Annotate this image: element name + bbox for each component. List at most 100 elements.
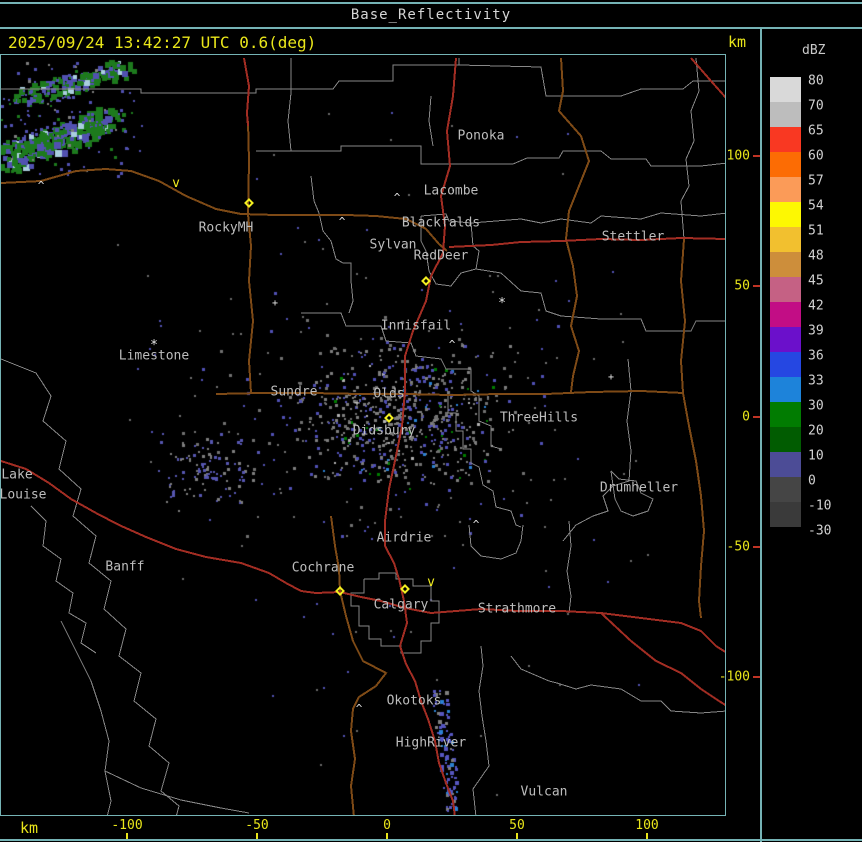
x-axis: km -100 -50 0 50 100 [0,817,760,839]
radar-display[interactable]: Ponoka Lacombe Blackfalds Sylvan RedDeer Stet… [0,54,726,816]
legend-swatch [770,377,801,402]
legend-value-label: -30 [808,523,832,539]
v-marker-icon: v [427,575,435,590]
city-label-stettler: Stettler [601,229,665,245]
legend-swatch [770,452,801,477]
city-label-vulcan: Vulcan [520,784,568,800]
y-axis-tick-label: 0 [742,409,750,425]
x-axis-unit-label: km [20,819,39,837]
y-axis-tick-label: -100 [718,669,750,685]
asterisk-marker-icon: * [150,338,158,353]
legend-value-label: 10 [808,448,824,464]
dbz-legend: dBZ 80 70 65 60 57 54 51 48 45 42 39 36 33 30 20 10 0 -10… [762,29,862,842]
city-label-lacombe: Lacombe [423,183,479,199]
legend-swatch [770,352,801,377]
city-label-ponoka: Ponoka [457,128,505,144]
city-label-strathmore: Strathmore [477,601,557,617]
legend-title: dBZ [802,43,826,58]
plus-marker-icon: + [271,298,279,309]
legend-swatch [770,502,801,527]
y-axis-tick-mark [753,676,760,678]
legend-value-label: 36 [808,348,824,364]
window-bottom-border [0,839,862,841]
legend-swatch [770,252,801,277]
legend-swatch [770,427,801,452]
legend-value-label: 45 [808,273,824,289]
city-label-cochrane: Cochrane [291,560,355,576]
city-label-didsbury: Didsbury [352,423,416,439]
y-axis-tick-mark [753,416,760,418]
caret-marker-icon: ^ [355,702,363,715]
legend-swatch [770,202,801,227]
city-label-innisfail: Innisfail [380,318,452,334]
legend-swatch [770,77,801,102]
city-label-sylvan: Sylvan [369,237,417,253]
legend-swatch [770,277,801,302]
window-title: Base_Reflectivity [350,7,512,23]
city-label-rockymh: RockyMH [198,220,254,236]
legend-value-label: 65 [808,123,824,139]
y-axis-unit-label: km [727,33,746,51]
city-label-drumheller: Drumheller [599,480,679,496]
city-label-reddeer: RedDeer [413,248,469,264]
asterisk-marker-icon: * [498,296,506,311]
y-axis-tick-label: 50 [734,278,750,294]
legend-value-label: 39 [808,323,824,339]
x-axis-tick-label: 100 [635,818,659,833]
city-label-louise: Louise [0,487,47,503]
legend-value-label: 70 [808,98,824,114]
legend-swatch [770,477,801,502]
city-label-banff: Banff [105,559,145,575]
legend-value-label: 51 [808,223,824,239]
city-label-olds: Olds [373,386,405,402]
title-bar: Base_Reflectivity [0,4,862,26]
legend-swatch [770,402,801,427]
legend-value-label: 20 [808,423,824,439]
city-label-sundre: Sundre [270,384,318,400]
y-axis-tick-label: -50 [726,539,750,555]
city-label-airdrie: Airdrie [376,530,432,546]
legend-swatch [770,302,801,327]
legend-value-label: 33 [808,373,824,389]
y-axis-tick-mark [753,546,760,548]
caret-marker-icon: ^ [448,338,456,351]
plus-marker-icon: + [607,372,615,383]
legend-swatch [770,327,801,352]
info-bar: 2025/09/24 13:42:27 UTC 0.6(deg) km [0,29,760,54]
city-label-threehills: ThreeHills [499,410,579,426]
y-axis-tick-label: 100 [726,148,750,164]
caret-marker-icon: ^ [472,518,480,531]
legend-value-label: 42 [808,298,824,314]
legend-swatch [770,102,801,127]
caret-marker-icon: ^ [338,215,346,228]
x-axis-tick-label: -50 [245,818,269,833]
legend-value-label: 0 [808,473,816,489]
caret-marker-icon: ^ [393,191,401,204]
legend-swatch [770,152,801,177]
legend-value-label: -10 [808,498,832,514]
legend-value-label: 57 [808,173,824,189]
v-marker-icon: v [172,176,180,191]
city-label-lake: Lake [1,467,33,483]
y-axis-tick-mark [753,285,760,287]
radar-app-window: { "window": { "title": "Base_Reflectivit… [0,0,862,842]
city-label-blackfalds: Blackfalds [401,215,481,231]
y-axis-tick-mark [753,155,760,157]
plus-marker-icon: + [353,398,361,409]
legend-swatch [770,127,801,152]
legend-value-label: 54 [808,198,824,214]
x-axis-tick-label: 50 [509,818,525,833]
legend-swatch [770,227,801,252]
y-axis: 100 50 0 -50 -100 [719,54,760,816]
timestamp-label: 2025/09/24 13:42:27 UTC 0.6(deg) [8,33,317,52]
legend-value-label: 48 [808,248,824,264]
caret-marker-icon: ^ [37,179,45,192]
x-axis-tick-label: 0 [383,818,391,833]
city-label-okotoks: Okotoks [386,693,442,709]
legend-swatch [770,177,801,202]
legend-value-label: 60 [808,148,824,164]
legend-value-label: 80 [808,73,824,89]
legend-value-label: 30 [808,398,824,414]
city-label-highriver: HighRiver [395,735,467,751]
city-label-calgary: Calgary [373,597,429,613]
